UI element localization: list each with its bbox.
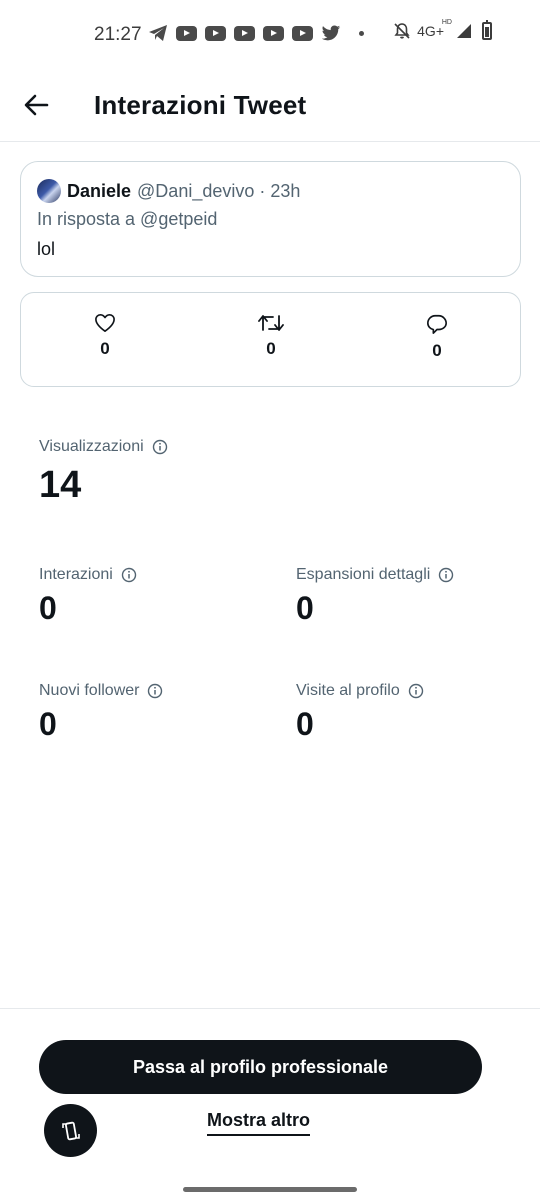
bottom-divider — [0, 1008, 540, 1009]
new-followers-label-row: Nuovi follower — [39, 682, 163, 700]
system-icons: 4G+ HD — [393, 19, 492, 40]
new-followers-label: Nuovi follower — [39, 682, 140, 699]
heart-icon — [95, 314, 115, 332]
profile-visits-label-row: Visite al profilo — [296, 682, 424, 700]
twitter-icon — [321, 25, 341, 40]
top-app-bar: Interazioni Tweet — [0, 68, 540, 142]
detail-expansions-metric: Espansioni dettagli 0 — [296, 566, 454, 627]
home-indicator[interactable] — [183, 1187, 357, 1192]
tweet-author-row: Daniele @Dani_devivo · 23h — [37, 178, 300, 204]
author-handle: @Dani_devivo · 23h — [137, 180, 301, 201]
notification-icons — [148, 24, 364, 42]
new-followers-value: 0 — [39, 706, 57, 742]
battery-icon — [482, 20, 492, 40]
info-icon[interactable] — [121, 567, 137, 583]
avatar[interactable] — [37, 179, 61, 203]
profile-visits-label: Visite al profilo — [296, 682, 400, 699]
youtube-icon — [234, 25, 255, 41]
notifications-off-icon — [394, 23, 410, 39]
tweet-card[interactable]: Daniele @Dani_devivo · 23h In risposta a… — [20, 161, 521, 277]
new-followers-metric: Nuovi follower 0 — [39, 682, 163, 743]
info-icon[interactable] — [438, 567, 454, 583]
page-title: Interazioni Tweet — [94, 90, 307, 120]
detail-expansions-value: 0 — [296, 590, 314, 626]
switch-to-professional-button[interactable]: Passa al profilo professionale — [39, 1040, 482, 1094]
views-metric: Visualizzazioni 14 — [39, 438, 168, 507]
info-icon[interactable] — [147, 683, 163, 699]
more-notifications-dot — [359, 30, 364, 36]
interactions-label-row: Interazioni — [39, 566, 137, 584]
youtube-icon — [205, 25, 226, 41]
likes-count: 0 — [100, 339, 110, 358]
reply-icon — [427, 314, 447, 334]
views-value: 14 — [39, 464, 82, 506]
signal-icon — [457, 24, 471, 38]
profile-visits-value: 0 — [296, 706, 314, 742]
profile-visits-metric: Visite al profilo 0 — [296, 682, 424, 743]
network-type: 4G+ HD — [417, 19, 452, 39]
network-sup: HD — [441, 19, 452, 26]
rotate-screen-button[interactable] — [44, 1104, 97, 1157]
views-label: Visualizzazioni — [39, 438, 144, 455]
info-icon[interactable] — [408, 683, 424, 699]
tweet-text: lol — [37, 239, 56, 259]
engagement-card: 0 0 0 — [20, 292, 521, 387]
retweets-stat[interactable]: 0 — [231, 313, 311, 359]
reply-context[interactable]: In risposta a @getpeid — [37, 209, 217, 230]
youtube-icon — [263, 25, 284, 41]
youtube-icon — [292, 25, 313, 41]
retweets-count: 0 — [266, 339, 276, 358]
info-icon[interactable] — [152, 439, 168, 455]
replies-count: 0 — [432, 341, 442, 360]
status-bar: 21:27 4G+ HD — [0, 0, 540, 68]
retweet-icon — [258, 315, 284, 331]
status-time: 21:27 — [94, 24, 142, 45]
youtube-icon — [176, 25, 197, 41]
detail-expansions-label: Espansioni dettagli — [296, 566, 431, 583]
interactions-metric: Interazioni 0 — [39, 566, 137, 627]
replies-stat[interactable]: 0 — [397, 313, 477, 361]
interactions-value: 0 — [39, 590, 57, 626]
likes-stat[interactable]: 0 — [65, 313, 145, 359]
interactions-label: Interazioni — [39, 566, 113, 583]
arrow-left-icon — [24, 94, 49, 116]
author-name[interactable]: Daniele — [67, 181, 131, 202]
detail-expansions-label-row: Espansioni dettagli — [296, 566, 454, 584]
views-label-row: Visualizzazioni — [39, 438, 168, 456]
network-label: 4G+ — [417, 23, 444, 39]
screen-rotate-icon — [61, 1121, 80, 1140]
telegram-icon — [149, 25, 167, 41]
back-button[interactable] — [22, 90, 52, 120]
show-more-link[interactable]: Mostra altro — [207, 1110, 311, 1136]
